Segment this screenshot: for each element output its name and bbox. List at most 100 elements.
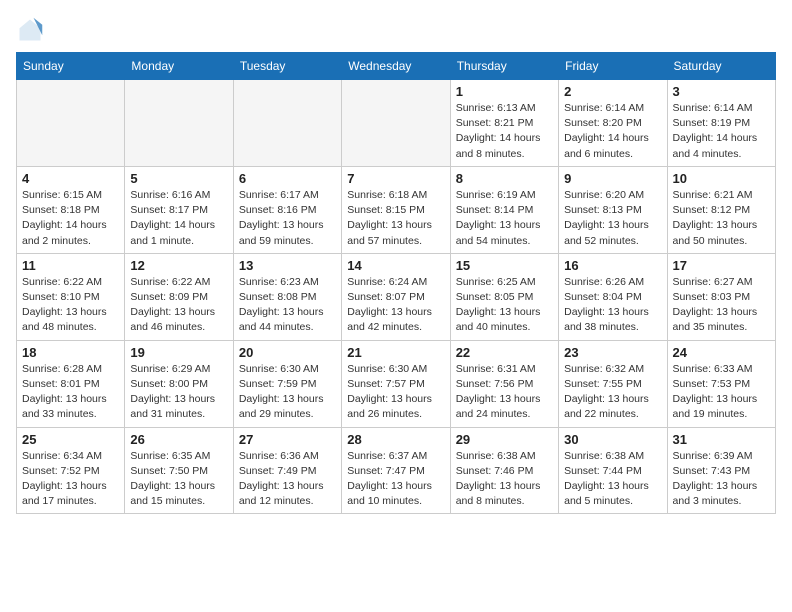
day-number: 4	[22, 171, 119, 186]
day-info: Sunrise: 6:24 AM Sunset: 8:07 PM Dayligh…	[347, 275, 444, 336]
day-number: 10	[673, 171, 770, 186]
calendar-header-saturday: Saturday	[667, 53, 775, 80]
day-number: 21	[347, 345, 444, 360]
day-number: 19	[130, 345, 227, 360]
day-number: 15	[456, 258, 553, 273]
calendar-cell: 24Sunrise: 6:33 AM Sunset: 7:53 PM Dayli…	[667, 340, 775, 427]
day-info: Sunrise: 6:29 AM Sunset: 8:00 PM Dayligh…	[130, 362, 227, 423]
day-number: 3	[673, 84, 770, 99]
day-info: Sunrise: 6:31 AM Sunset: 7:56 PM Dayligh…	[456, 362, 553, 423]
day-info: Sunrise: 6:37 AM Sunset: 7:47 PM Dayligh…	[347, 449, 444, 510]
day-number: 17	[673, 258, 770, 273]
calendar-cell: 27 Sunrise: 6:36 AM Sunset: 7:49 PM Dayli…	[233, 427, 341, 514]
day-number: 2	[564, 84, 661, 99]
day-info: Sunrise: 6:15 AM Sunset: 8:18 PM Dayligh…	[22, 188, 119, 249]
calendar-cell: 14 Sunrise: 6:24 AM Sunset: 8:07 PM Dayli…	[342, 253, 450, 340]
day-info: Sunrise: 6:30 AM Sunset: 7:59 PM Dayligh…	[239, 362, 336, 423]
day-info: Sunrise: 6:32 AM Sunset: 7:55 PM Dayligh…	[564, 362, 661, 423]
page-header	[16, 16, 776, 44]
calendar-cell: 15 Sunrise: 6:25 AM Sunset: 8:05 PM Dayli…	[450, 253, 558, 340]
calendar-cell: 30 Sunrise: 6:38 AM Sunset: 7:44 PM Dayli…	[559, 427, 667, 514]
day-info: Sunrise: 6:38 AM Sunset: 7:44 PM Dayligh…	[564, 449, 661, 510]
day-info: Sunrise: 6:25 AM Sunset: 8:05 PM Dayligh…	[456, 275, 553, 336]
calendar-cell: 20 Sunrise: 6:30 AM Sunset: 7:59 PM Dayli…	[233, 340, 341, 427]
logo-icon	[16, 16, 44, 44]
day-number: 22	[456, 345, 553, 360]
day-number: 31	[673, 432, 770, 447]
day-number: 18	[22, 345, 119, 360]
day-info: Sunrise: 6:19 AM Sunset: 8:14 PM Dayligh…	[456, 188, 553, 249]
calendar-cell: 6Sunrise: 6:17 AM Sunset: 8:16 PM Daylig…	[233, 166, 341, 253]
logo	[16, 16, 48, 44]
calendar-week-row: 18 Sunrise: 6:28 AM Sunset: 8:01 PM Dayli…	[17, 340, 776, 427]
calendar-cell: 23 Sunrise: 6:32 AM Sunset: 7:55 PM Dayli…	[559, 340, 667, 427]
calendar-cell: 10 Sunrise: 6:21 AM Sunset: 8:12 PM Dayli…	[667, 166, 775, 253]
calendar-cell: 16Sunrise: 6:26 AM Sunset: 8:04 PM Dayli…	[559, 253, 667, 340]
calendar-header-monday: Monday	[125, 53, 233, 80]
day-number: 9	[564, 171, 661, 186]
day-number: 1	[456, 84, 553, 99]
day-info: Sunrise: 6:33 AM Sunset: 7:53 PM Dayligh…	[673, 362, 770, 423]
day-info: Sunrise: 6:22 AM Sunset: 8:10 PM Dayligh…	[22, 275, 119, 336]
calendar-cell: 12 Sunrise: 6:22 AM Sunset: 8:09 PM Dayli…	[125, 253, 233, 340]
day-info: Sunrise: 6:14 AM Sunset: 8:20 PM Dayligh…	[564, 101, 661, 162]
day-info: Sunrise: 6:13 AM Sunset: 8:21 PM Dayligh…	[456, 101, 553, 162]
day-info: Sunrise: 6:35 AM Sunset: 7:50 PM Dayligh…	[130, 449, 227, 510]
calendar-cell	[233, 80, 341, 167]
calendar-cell: 7 Sunrise: 6:18 AM Sunset: 8:15 PM Daylig…	[342, 166, 450, 253]
day-info: Sunrise: 6:17 AM Sunset: 8:16 PM Dayligh…	[239, 188, 336, 249]
day-number: 27	[239, 432, 336, 447]
day-number: 26	[130, 432, 227, 447]
calendar-header-thursday: Thursday	[450, 53, 558, 80]
calendar-week-row: 25 Sunrise: 6:34 AM Sunset: 7:52 PM Dayli…	[17, 427, 776, 514]
calendar-header-row: SundayMondayTuesdayWednesdayThursdayFrid…	[17, 53, 776, 80]
calendar-cell	[17, 80, 125, 167]
day-number: 20	[239, 345, 336, 360]
day-info: Sunrise: 6:28 AM Sunset: 8:01 PM Dayligh…	[22, 362, 119, 423]
calendar-cell: 22 Sunrise: 6:31 AM Sunset: 7:56 PM Dayli…	[450, 340, 558, 427]
day-info: Sunrise: 6:18 AM Sunset: 8:15 PM Dayligh…	[347, 188, 444, 249]
day-number: 13	[239, 258, 336, 273]
calendar-cell: 4 Sunrise: 6:15 AM Sunset: 8:18 PM Daylig…	[17, 166, 125, 253]
calendar-week-row: 4 Sunrise: 6:15 AM Sunset: 8:18 PM Daylig…	[17, 166, 776, 253]
day-info: Sunrise: 6:38 AM Sunset: 7:46 PM Dayligh…	[456, 449, 553, 510]
day-number: 12	[130, 258, 227, 273]
day-info: Sunrise: 6:36 AM Sunset: 7:49 PM Dayligh…	[239, 449, 336, 510]
calendar-week-row: 1 Sunrise: 6:13 AM Sunset: 8:21 PM Daylig…	[17, 80, 776, 167]
day-number: 23	[564, 345, 661, 360]
calendar-cell: 2 Sunrise: 6:14 AM Sunset: 8:20 PM Daylig…	[559, 80, 667, 167]
day-info: Sunrise: 6:30 AM Sunset: 7:57 PM Dayligh…	[347, 362, 444, 423]
calendar-week-row: 11 Sunrise: 6:22 AM Sunset: 8:10 PM Dayli…	[17, 253, 776, 340]
calendar-cell: 25 Sunrise: 6:34 AM Sunset: 7:52 PM Dayli…	[17, 427, 125, 514]
day-number: 25	[22, 432, 119, 447]
day-info: Sunrise: 6:34 AM Sunset: 7:52 PM Dayligh…	[22, 449, 119, 510]
day-number: 14	[347, 258, 444, 273]
day-info: Sunrise: 6:27 AM Sunset: 8:03 PM Dayligh…	[673, 275, 770, 336]
day-info: Sunrise: 6:21 AM Sunset: 8:12 PM Dayligh…	[673, 188, 770, 249]
day-number: 11	[22, 258, 119, 273]
day-info: Sunrise: 6:20 AM Sunset: 8:13 PM Dayligh…	[564, 188, 661, 249]
calendar-cell: 21 Sunrise: 6:30 AM Sunset: 7:57 PM Dayli…	[342, 340, 450, 427]
day-number: 16	[564, 258, 661, 273]
calendar-cell: 1 Sunrise: 6:13 AM Sunset: 8:21 PM Daylig…	[450, 80, 558, 167]
calendar-cell: 8Sunrise: 6:19 AM Sunset: 8:14 PM Daylig…	[450, 166, 558, 253]
day-info: Sunrise: 6:23 AM Sunset: 8:08 PM Dayligh…	[239, 275, 336, 336]
day-number: 30	[564, 432, 661, 447]
calendar-cell: 9 Sunrise: 6:20 AM Sunset: 8:13 PM Daylig…	[559, 166, 667, 253]
day-number: 28	[347, 432, 444, 447]
calendar-cell: 3 Sunrise: 6:14 AM Sunset: 8:19 PM Daylig…	[667, 80, 775, 167]
calendar-cell: 29Sunrise: 6:38 AM Sunset: 7:46 PM Dayli…	[450, 427, 558, 514]
calendar-cell	[125, 80, 233, 167]
day-info: Sunrise: 6:22 AM Sunset: 8:09 PM Dayligh…	[130, 275, 227, 336]
calendar-header-tuesday: Tuesday	[233, 53, 341, 80]
day-info: Sunrise: 6:14 AM Sunset: 8:19 PM Dayligh…	[673, 101, 770, 162]
calendar-cell: 5Sunrise: 6:16 AM Sunset: 8:17 PM Daylig…	[125, 166, 233, 253]
calendar-header-sunday: Sunday	[17, 53, 125, 80]
calendar-header-wednesday: Wednesday	[342, 53, 450, 80]
calendar-cell	[342, 80, 450, 167]
day-info: Sunrise: 6:39 AM Sunset: 7:43 PM Dayligh…	[673, 449, 770, 510]
calendar-header-friday: Friday	[559, 53, 667, 80]
calendar-table: SundayMondayTuesdayWednesdayThursdayFrid…	[16, 52, 776, 514]
day-number: 7	[347, 171, 444, 186]
calendar-cell: 11 Sunrise: 6:22 AM Sunset: 8:10 PM Dayli…	[17, 253, 125, 340]
